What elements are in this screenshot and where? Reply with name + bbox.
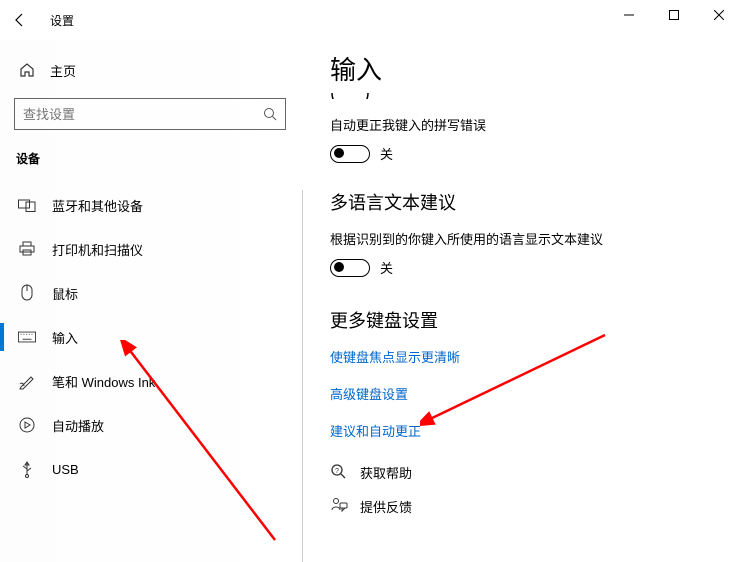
devices-icon (18, 196, 36, 214)
nav-item-printers[interactable]: 打印机和扫描仪 (14, 227, 286, 271)
toggle-autocorrect[interactable] (330, 145, 370, 163)
nav-label: 鼠标 (52, 284, 78, 303)
mouse-icon (18, 284, 36, 302)
home-icon (18, 61, 36, 79)
search-box[interactable] (14, 98, 286, 130)
home-row[interactable]: 主页 (14, 50, 286, 90)
help-icon: ? (330, 463, 348, 481)
nav-item-mouse[interactable]: 鼠标 (14, 271, 286, 315)
partial-prior-toggle (330, 93, 731, 103)
maximize-icon (669, 10, 679, 20)
category-header: 设备 (14, 150, 286, 167)
toggle-multilang[interactable] (330, 259, 370, 277)
toggle-multilang-state: 关 (380, 258, 393, 277)
usb-icon (18, 460, 36, 478)
nav-item-usb[interactable]: USB (14, 447, 286, 491)
link-advanced-keyboard[interactable]: 高级键盘设置 (330, 384, 731, 403)
keyboard-icon (18, 328, 36, 346)
nav-label: 打印机和扫描仪 (52, 240, 143, 259)
close-button[interactable] (696, 0, 741, 30)
nav-item-typing[interactable]: 输入 (14, 315, 286, 359)
svg-text:?: ? (335, 468, 339, 475)
feedback-row[interactable]: 提供反馈 (330, 492, 731, 520)
printer-icon (18, 240, 36, 258)
toggle-autocorrect-row: 关 (330, 144, 731, 163)
nav-item-autoplay[interactable]: 自动播放 (14, 403, 286, 447)
setting-multilang-label: 根据识别到的你键入所使用的语言显示文本建议 (330, 229, 731, 248)
nav-item-bluetooth[interactable]: 蓝牙和其他设备 (14, 183, 286, 227)
autoplay-icon (18, 416, 36, 434)
nav-label: 输入 (52, 328, 78, 347)
pen-icon (18, 372, 36, 390)
feedback-icon (330, 497, 348, 515)
main-content: 输入 自动更正我键入的拼写错误 关 多语言文本建议 根据识别到的你键入所使用的语… (300, 40, 741, 562)
minimize-button[interactable] (606, 0, 651, 30)
get-help-label: 获取帮助 (360, 463, 412, 482)
nav-label: USB (52, 462, 79, 477)
close-icon (714, 10, 724, 20)
setting-autocorrect-label: 自动更正我键入的拼写错误 (330, 115, 731, 134)
toggle-multilang-row: 关 (330, 258, 731, 277)
search-icon (263, 107, 277, 121)
minimize-icon (624, 10, 634, 20)
nav-list: 蓝牙和其他设备 打印机和扫描仪 鼠标 输入 (14, 183, 286, 491)
section-multilang-heading: 多语言文本建议 (330, 189, 731, 215)
back-button[interactable] (0, 0, 40, 40)
page-title: 输入 (330, 50, 731, 87)
title-bar: 设置 (0, 0, 741, 40)
maximize-button[interactable] (651, 0, 696, 30)
nav-label: 笔和 Windows Ink (52, 372, 155, 391)
get-help-row[interactable]: ? 获取帮助 (330, 458, 731, 486)
toggle-autocorrect-state: 关 (380, 144, 393, 163)
feedback-label: 提供反馈 (360, 497, 412, 516)
window-title: 设置 (50, 12, 74, 29)
nav-item-pen[interactable]: 笔和 Windows Ink (14, 359, 286, 403)
section-more-keyboard-heading: 更多键盘设置 (330, 307, 731, 333)
sidebar-divider (302, 190, 303, 562)
home-label: 主页 (50, 61, 76, 80)
window-controls (606, 0, 741, 30)
search-input[interactable] (23, 107, 263, 122)
arrow-left-icon (13, 13, 27, 27)
nav-label: 蓝牙和其他设备 (52, 196, 143, 215)
keyboard-links: 使键盘焦点显示更清晰 高级键盘设置 建议和自动更正 (330, 347, 731, 440)
link-suggestions-autocorrect[interactable]: 建议和自动更正 (330, 421, 731, 440)
nav-label: 自动播放 (52, 416, 104, 435)
sidebar: 主页 设备 蓝牙和其他设备 打印机和扫描仪 (0, 40, 300, 562)
link-keyboard-focus[interactable]: 使键盘焦点显示更清晰 (330, 347, 731, 366)
